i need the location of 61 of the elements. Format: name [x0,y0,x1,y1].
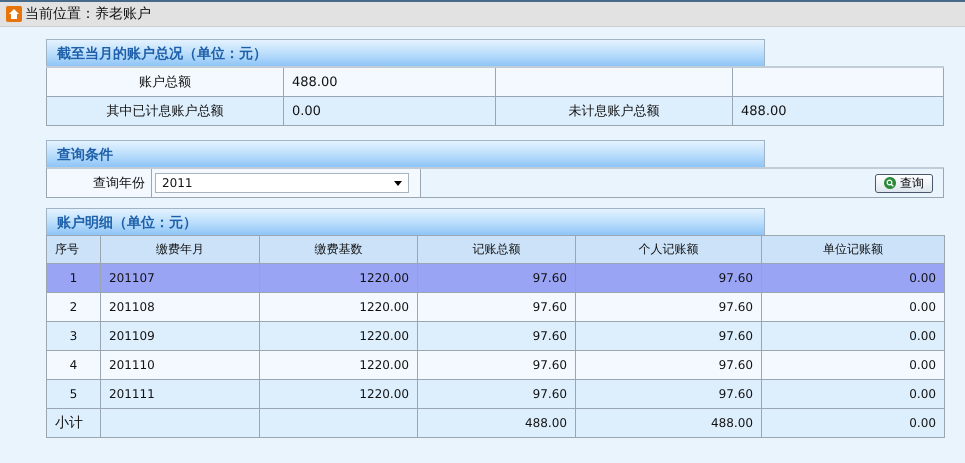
table-cell: 3 [70,329,78,343]
breadcrumb: 当前位置：养老账户 [25,5,151,23]
table-cell: 0.00 [909,358,936,372]
table-cell: 2 [70,300,78,314]
column-header: 缴费年月 [156,242,204,256]
table-cell: 97.60 [718,271,753,285]
table-cell: 0.00 [909,271,936,285]
column-header: 单位记账额 [823,242,883,256]
table-cell: 97.60 [532,329,567,343]
table-row[interactable]: 1 201107 1220.00 97.60 97.60 0.00 [46,264,944,292]
column-header: 记账总额 [472,242,520,256]
table-cell: 1220.00 [359,358,409,372]
table-cell: 97.60 [718,358,753,372]
table-row[interactable]: 4 201110 1220.00 97.60 97.60 0.00 [46,350,944,380]
table-cell: 201110 [109,358,155,372]
table-cell: 97.60 [532,358,567,372]
table-cell: 201108 [109,300,155,314]
table-cell: 1 [70,271,78,285]
table-cell: 0.00 [909,329,936,343]
column-header: 缴费基数 [314,242,362,256]
table-cell: 97.60 [532,387,567,401]
table-cell: 0.00 [909,387,936,401]
table-row[interactable]: 5 201111 1220.00 97.60 97.60 0.00 [46,380,944,408]
table-cell: 账户总额 [139,75,191,90]
table-cell: 201109 [109,329,155,343]
table-cell: 97.60 [718,329,753,343]
table-cell: 小计 [55,415,83,431]
table-cell: 488.00 [292,74,338,90]
search-icon [884,177,896,189]
table-cell: 201111 [109,387,155,401]
caret-icon [394,180,402,186]
table-cell: 97.60 [532,300,567,314]
table-cell: 1220.00 [359,329,409,343]
panel-title: 账户明细（单位：元） [46,208,765,235]
column-header: 个人记账额 [638,242,698,256]
table-cell: 488.00 [711,416,753,430]
home-icon [6,6,22,22]
table-cell: 0.00 [292,104,321,118]
table-cell: 1220.00 [359,387,409,401]
table-cell: 1220.00 [359,271,409,285]
table-cell: 488.00 [741,104,786,118]
panel-title: 截至当月的账户总况（单位：元） [46,39,765,66]
table-row[interactable]: 3 201109 1220.00 97.60 97.60 0.00 [46,322,944,350]
search-button[interactable]: 查询 [875,174,933,192]
table-cell: 488.00 [525,416,567,430]
table-cell: 0.00 [909,416,936,430]
panel-title: 查询条件 [46,140,765,167]
table-cell: 0.00 [909,300,936,314]
table-row[interactable]: 2 201108 1220.00 97.60 97.60 0.00 [46,292,944,322]
table-cell: 未计息账户总额 [568,104,660,119]
table-cell: 其中已计息账户总额 [106,104,224,119]
table-cell: 5 [70,387,78,401]
year-dropdown[interactable]: 2011 [155,173,409,193]
table-cell: 1220.00 [359,300,409,314]
table-cell: 97.60 [718,387,753,401]
table-cell: 97.60 [532,271,567,285]
table-cell: 97.60 [718,300,753,314]
table-cell: 201107 [109,271,155,285]
column-header: 序号 [55,242,79,256]
table-cell: 4 [70,358,78,372]
field-label: 查询年份 [93,175,145,192]
